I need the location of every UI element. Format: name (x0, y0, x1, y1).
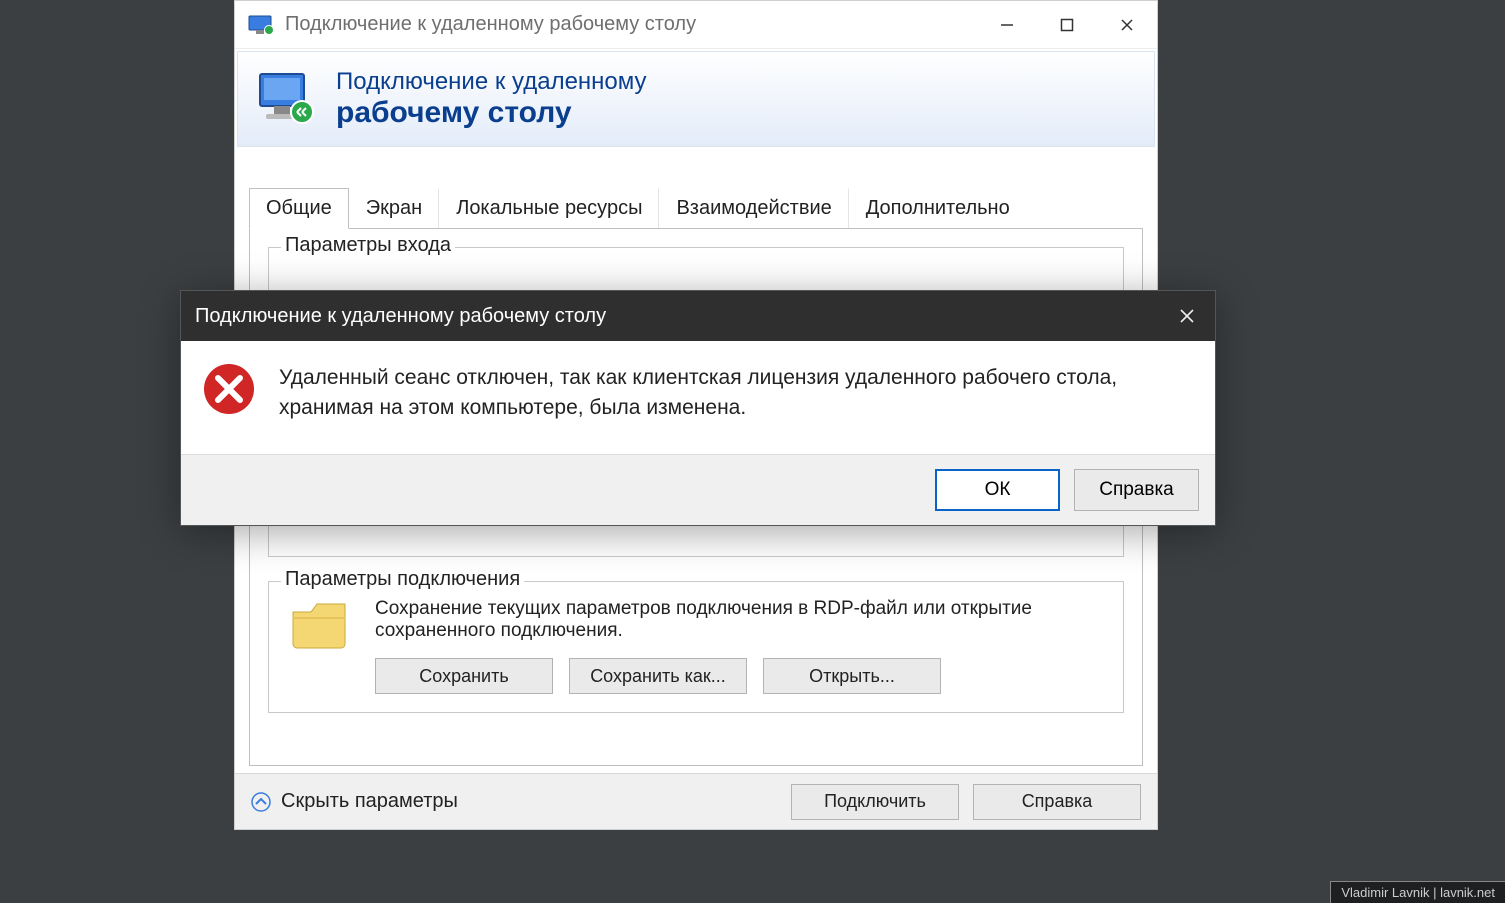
main-footer: Скрыть параметры Подключить Справка (235, 773, 1157, 829)
hide-params-link[interactable]: Скрыть параметры (251, 790, 458, 813)
group-conn-description: Сохранение текущих параметров подключени… (375, 598, 1111, 642)
error-dialog-wrapper: Подключение к удаленному рабочему столу … (180, 290, 1216, 526)
main-titlebar[interactable]: Подключение к удаленному рабочему столу (235, 1, 1157, 49)
hide-params-label: Скрыть параметры (281, 790, 458, 813)
main-title-text: Подключение к удаленному рабочему столу (285, 13, 696, 36)
banner-line1: Подключение к удаленному (336, 68, 647, 96)
group-login-legend: Параметры входа (281, 234, 455, 257)
error-dialog: Подключение к удаленному рабочему столу … (180, 290, 1216, 526)
tab-advanced[interactable]: Дополнительно (849, 188, 1026, 228)
watermark: Vladimir Lavnik | lavnik.net (1330, 881, 1505, 903)
window-controls (977, 3, 1157, 47)
dialog-title-text: Подключение к удаленному рабочему столу (195, 305, 606, 328)
dialog-titlebar[interactable]: Подключение к удаленному рабочему столу (181, 291, 1215, 341)
open-button[interactable]: Открыть... (763, 658, 941, 694)
chevron-up-icon (251, 792, 271, 812)
banner-line2: рабочему столу (336, 96, 647, 130)
dialog-close-button[interactable] (1159, 291, 1215, 341)
error-icon (203, 363, 255, 415)
save-as-button[interactable]: Сохранить как... (569, 658, 747, 694)
rdp-banner-icon (256, 68, 318, 130)
tab-screen[interactable]: Экран (349, 188, 439, 228)
dialog-ok-button[interactable]: ОК (935, 469, 1060, 511)
group-connection-params: Параметры подключения Сохранение текущих… (268, 581, 1124, 713)
group-conn-legend: Параметры подключения (281, 568, 524, 591)
tab-general[interactable]: Общие (249, 188, 349, 229)
banner-text: Подключение к удаленному рабочему столу (336, 68, 647, 130)
tab-local-resources[interactable]: Локальные ресурсы (439, 188, 659, 228)
folder-icon (289, 598, 349, 652)
dialog-body: Удаленный сеанс отключен, так как клиент… (181, 341, 1215, 454)
rdp-app-icon (247, 14, 275, 36)
tab-experience[interactable]: Взаимодействие (659, 188, 848, 228)
dialog-help-button[interactable]: Справка (1074, 469, 1199, 511)
rdp-banner: Подключение к удаленному рабочему столу (237, 51, 1155, 147)
minimize-button[interactable] (977, 3, 1037, 47)
dialog-button-row: ОК Справка (181, 454, 1215, 525)
dialog-message: Удаленный сеанс отключен, так как клиент… (279, 363, 1187, 424)
save-button[interactable]: Сохранить (375, 658, 553, 694)
tab-strip: Общие Экран Локальные ресурсы Взаимодейс… (249, 187, 1143, 229)
close-button[interactable] (1097, 3, 1157, 47)
connect-button[interactable]: Подключить (791, 784, 959, 820)
maximize-button[interactable] (1037, 3, 1097, 47)
help-button[interactable]: Справка (973, 784, 1141, 820)
